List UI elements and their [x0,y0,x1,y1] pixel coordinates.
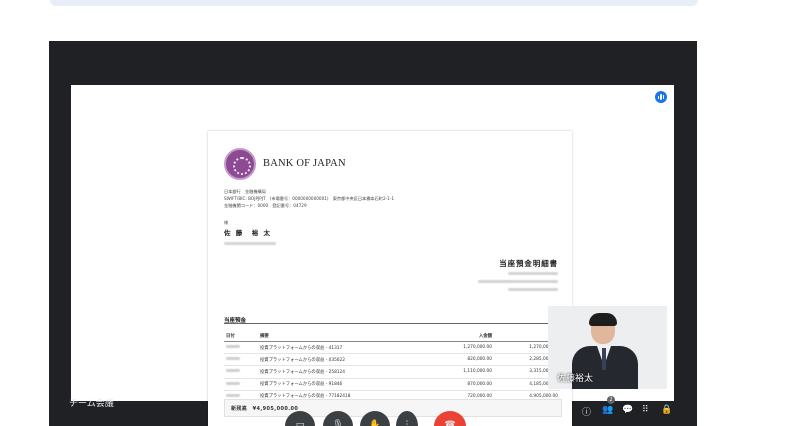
participant-hair [589,313,617,326]
audio-level-icon [655,91,667,103]
statement-title: 当座預金明細書 [499,259,558,268]
people-icon[interactable]: 👥 [602,405,613,415]
description-cell: 投資プラットフォームからの収益 - 035022 [258,353,430,367]
redacted-info-1 [508,272,558,275]
recipient-name: 佐 藤 裕 太 [224,229,272,237]
more-icon: ⋮ [402,420,412,426]
issuer-line-3: 金融機関コード：0000 登記番号：04729 [224,203,307,208]
table-row: 投資プラットフォームからの収益 - 258124 1,110,000.00 3,… [224,365,560,379]
date-cell [224,341,258,355]
participant-count-badge: 2 [607,396,615,404]
table-header-row: 日付 摘要 入金額 残高 [224,331,560,342]
redacted-date [226,345,240,349]
header-deposit: 入金額 [430,331,494,342]
deposit-cell: 870,000.00 [430,378,494,391]
statement-table: 日付 摘要 入金額 残高 投資プラットフォームからの収益 - 41317 1,2… [224,331,560,403]
issuer-line-2: SWIFT/BIC: BOJPJPJT (市場番号：0000000000001)… [224,196,395,201]
bank-statement-document: BANK OF JAPAN 日本銀行 金融機構局 SWIFT/BIC: BOJP… [208,131,572,426]
date-cell [224,378,258,391]
description-cell: 投資プラットフォームからの収益 - 91846 [258,378,430,391]
date-cell [224,365,258,379]
redacted-address [224,242,276,245]
redacted-date [226,369,240,373]
new-balance-box: 新残高 ¥4,905,000.00 [224,399,562,417]
date-cell [224,353,258,367]
mic-icon: 🎙 [332,420,344,426]
top-banner-strip [50,0,698,6]
description-cell: 投資プラットフォームからの収益 - 41317 [258,341,430,355]
meeting-name: チーム会議 [69,399,114,409]
new-balance-text: 新残高 ¥4,905,000.00 [231,406,299,412]
redacted-info-3 [508,288,558,291]
participant-tie [602,348,606,370]
redacted-date [226,357,240,361]
activities-icon[interactable]: ⠿ [642,405,649,415]
camera-icon: ▭ [295,420,305,426]
table-row: 投資プラットフォームからの収益 - 91846 870,000.00 4,185… [224,378,560,391]
lock-icon[interactable]: 🔒 [661,405,672,415]
description-cell: 投資プラットフォームからの収益 - 258124 [258,365,430,379]
participant-name: 佐藤裕太 [557,374,594,384]
table-row: 投資プラットフォームからの収益 - 035022 820,000.00 2,28… [224,353,560,367]
honorific: 様 [224,220,229,225]
deposit-cell: 1,110,000.00 [430,365,494,379]
header-description: 摘要 [258,331,430,342]
header-date: 日付 [224,331,258,342]
end-call-icon: ☎ [444,420,456,426]
hand-icon: ✋ [369,420,381,426]
redacted-date [226,381,240,385]
self-video-tile[interactable]: 佐藤裕太 [548,306,667,389]
chat-icon[interactable]: 💬 [622,405,633,415]
info-icon[interactable]: ⓘ [582,405,591,418]
redacted-info-2 [478,280,558,283]
bank-seal-logo [224,148,256,180]
bank-logo-text: BANK OF JAPAN [263,158,346,169]
meeting-window: BANK OF JAPAN 日本銀行 金融機構局 SWIFT/BIC: BOJP… [49,41,697,426]
issuer-line-1: 日本銀行 金融機構局 [224,189,266,194]
section-divider [224,323,560,324]
table-row: 投資プラットフォームからの収益 - 41317 1,270,000.00 1,2… [224,341,560,355]
redacted-date [226,393,240,397]
deposit-cell: 1,270,000.00 [430,341,494,355]
deposit-cell: 820,000.00 [430,353,494,367]
